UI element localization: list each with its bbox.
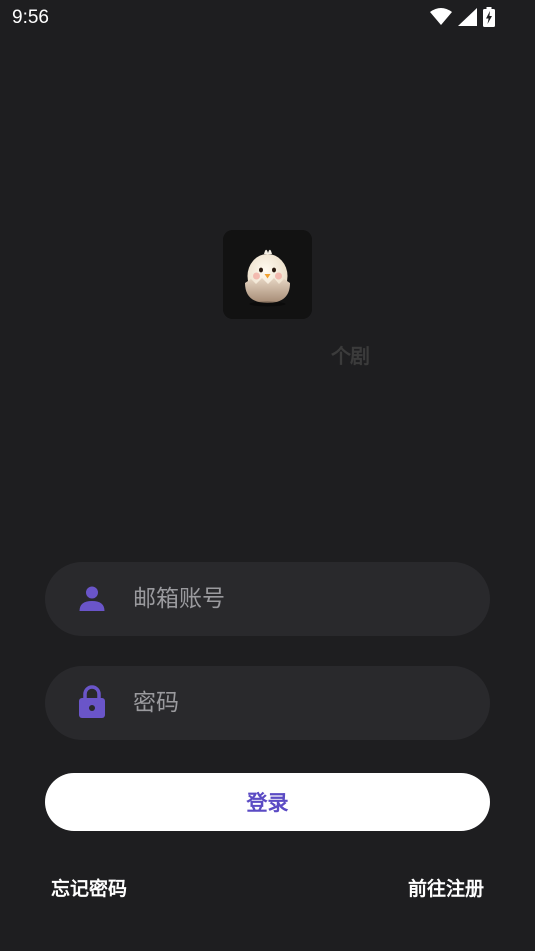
forgot-password-link[interactable]: 忘记密码 [51,874,127,901]
cellular-signal-icon [458,8,477,26]
status-icons [430,7,495,27]
battery-charging-icon [483,7,495,27]
email-field[interactable] [45,562,490,636]
app-name: 个剧 [331,344,370,368]
app-logo [223,230,312,319]
wifi-icon [430,8,452,25]
login-button[interactable]: 登录 [45,773,490,831]
status-time: 9:56 [12,7,49,28]
register-link[interactable]: 前往注册 [408,874,484,901]
chick-in-eggshell-icon [223,230,312,319]
email-input[interactable] [133,580,453,618]
password-input[interactable] [133,684,453,722]
password-field[interactable] [45,666,490,740]
person-icon [79,586,105,611]
status-bar: 9:56 [0,0,535,36]
lock-icon [79,685,105,718]
